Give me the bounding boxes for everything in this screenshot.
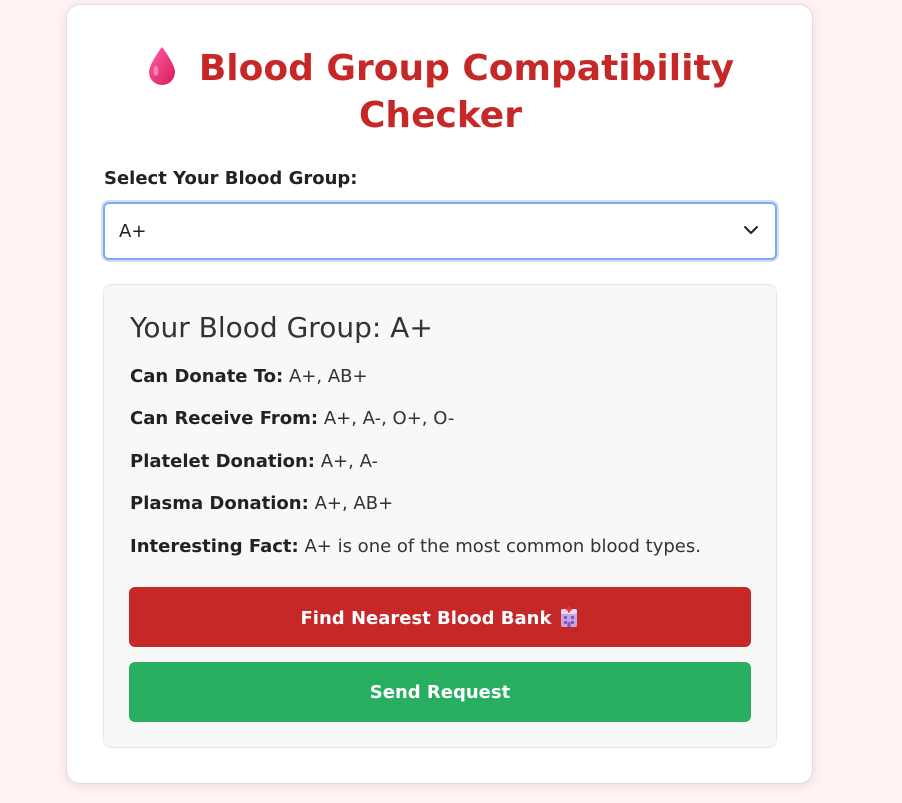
result-row-key: Can Donate To:: [130, 366, 284, 387]
result-panel: Your Blood Group: A+ Can Donate To: A+, …: [103, 284, 777, 748]
result-row-key: Plasma Donation:: [130, 493, 309, 514]
result-row-value: A+, AB+: [288, 366, 368, 387]
page-title: Blood Group Compatibility Checker: [67, 45, 814, 139]
result-row-platelet-donation: Platelet Donation: A+, A-: [130, 451, 378, 472]
result-row-receive-from: Can Receive From: A+, A-, O+, O-: [130, 408, 454, 429]
result-row-key: Platelet Donation:: [130, 451, 315, 472]
blood-drop-icon: [148, 47, 175, 85]
send-request-label: Send Request: [369, 681, 511, 703]
blood-group-select-value: A+: [119, 221, 147, 242]
page-title-text: Blood Group Compatibility Checker: [198, 48, 735, 136]
result-row-interesting-fact: Interesting Fact: A+ is one of the most …: [130, 536, 701, 557]
result-row-value: A+, AB+: [314, 493, 394, 514]
hospital-icon: [561, 606, 578, 627]
result-row-key: Can Receive From:: [130, 408, 319, 429]
result-row-value: A+, A-, O+, O-: [323, 408, 455, 429]
result-row-donate-to: Can Donate To: A+, AB+: [130, 366, 368, 387]
result-row-plasma-donation: Plasma Donation: A+, AB+: [130, 493, 393, 514]
result-heading: Your Blood Group: A+: [130, 311, 433, 344]
checker-card: Blood Group Compatibility Checker Select…: [66, 4, 813, 784]
blood-group-label: Select Your Blood Group:: [104, 168, 358, 189]
result-row-key: Interesting Fact:: [130, 536, 299, 557]
blood-group-select[interactable]: A+: [103, 202, 777, 260]
chevron-down-icon: [744, 226, 758, 234]
result-row-value: A+, A-: [320, 451, 378, 472]
result-row-value: A+ is one of the most common blood types…: [304, 536, 701, 557]
find-blood-bank-button[interactable]: Find Nearest Blood Bank: [129, 587, 751, 647]
send-request-button[interactable]: Send Request: [129, 662, 751, 722]
find-blood-bank-label: Find Nearest Blood Bank: [300, 607, 552, 629]
